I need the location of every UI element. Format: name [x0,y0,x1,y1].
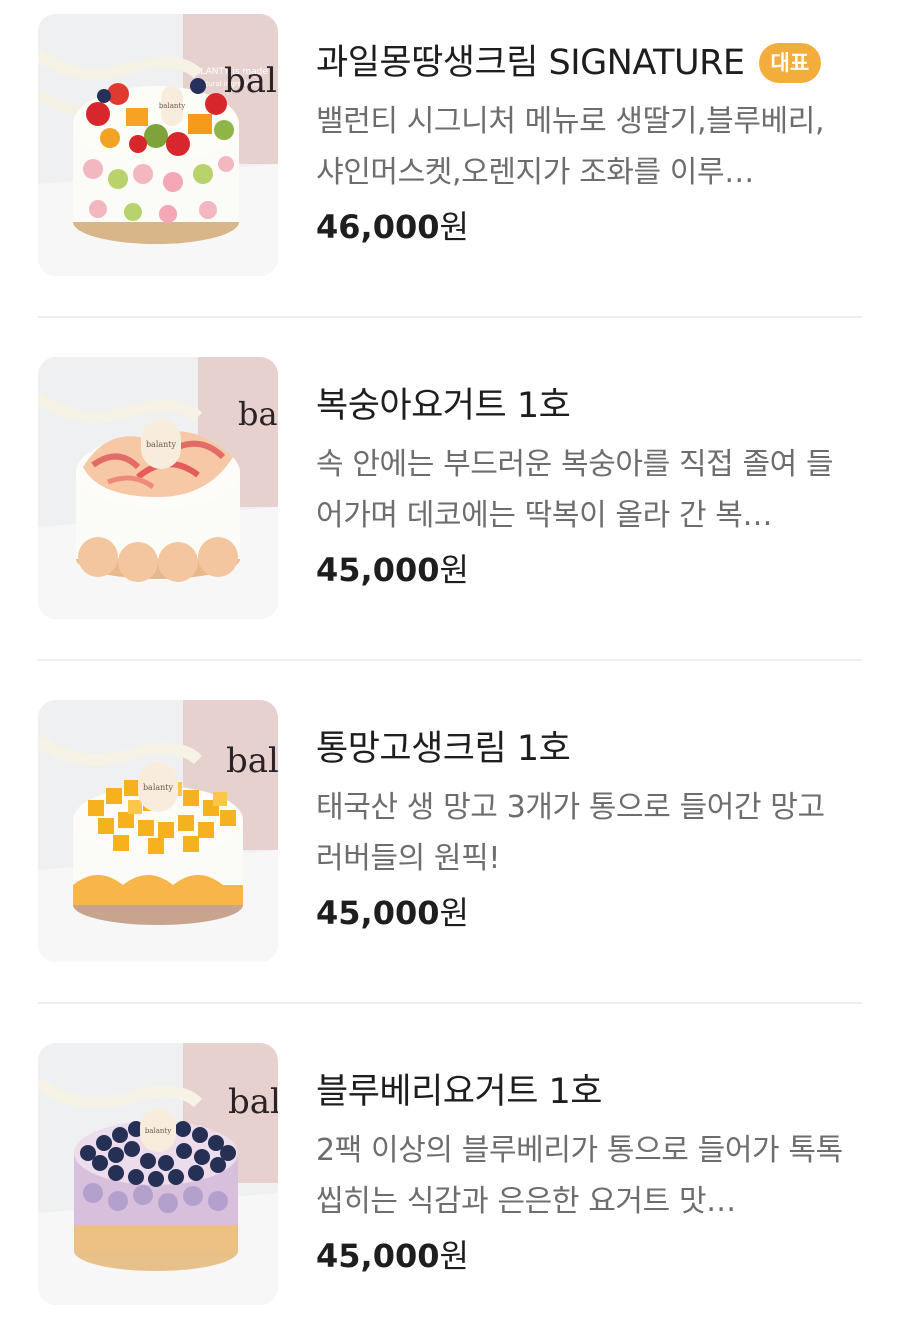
cake-image: bal balanty [38,1043,278,1305]
cake-plaque-text: balanty [159,102,185,110]
cake-image: bal balanty [38,700,278,962]
box-brand-text: bal [224,61,277,101]
menu-item-price: 45,000원 [316,1233,469,1279]
title-row: 복숭아요거트 1호 [316,381,571,431]
signature-badge: 대표 [758,43,822,83]
cake-image: BALANTY is made natural ingredients bal [38,14,278,276]
title-row: 블루베리요거트 1호 [316,1067,603,1117]
box-brand-text: bal [238,395,278,433]
menu-item-fruit-signature[interactable]: BALANTY is made natural ingredients bal [38,14,862,276]
menu-item-blueberry-yogurt[interactable]: bal balanty 블루베리요거트 1호 2팩 이상의 블루베리가 통으로 … [38,1043,862,1305]
menu-item-title: 통망고생크림 1호 [316,729,571,769]
cake-plaque-text: balanty [146,440,177,449]
price-value: 45,000 [316,1237,440,1275]
title-row: 과일몽땅생크림 SIGNATURE 대표 [316,38,822,88]
menu-item-price: 45,000원 [316,547,469,593]
menu-item-title: 과일몽땅생크림 SIGNATURE [316,43,745,83]
price-value: 45,000 [316,551,440,589]
menu-item-price: 46,000원 [316,204,469,250]
menu-item-description: 밸런티 시그니처 메뉴로 생딸기,블루베리,샤인머스켓,오렌지가 조화를 이루… [316,104,825,190]
price-unit: 원 [439,894,469,932]
menu-list: BALANTY is made natural ingredients bal [0,0,900,1340]
menu-item-peach-yogurt[interactable]: bal balanty 복숭아요거트 1호 [38,357,862,619]
menu-item-description: 2팩 이상의 블루베리가 통으로 들어가 톡톡 씹히는 식감과 은은한 요거트 … [316,1133,843,1219]
price-unit: 원 [439,1237,469,1275]
menu-item-description: 태국산 생 망고 3개가 통으로 들어간 망고 러버들의 원픽! [316,790,825,876]
divider [38,659,862,661]
box-brand-text: bal [226,741,278,781]
menu-item-mango-cream[interactable]: bal balanty 통망고생크림 1호 태국산 생 망고 3개가 통으로 들… [38,700,862,962]
cake-plaque-text: balanty [145,1127,171,1135]
cake-plaque-text: balanty [143,783,174,792]
price-value: 46,000 [316,208,440,246]
divider [38,1002,862,1004]
divider [38,316,862,318]
title-row: 통망고생크림 1호 [316,724,571,774]
price-unit: 원 [439,551,469,589]
box-brand-text: bal [228,1082,278,1122]
menu-item-price: 45,000원 [316,890,469,936]
price-value: 45,000 [316,894,440,932]
menu-item-title: 복숭아요거트 1호 [316,386,571,426]
menu-item-description: 속 안에는 부드러운 복숭아를 직접 졸여 들어가며 데코에는 딱복이 올라 간… [316,447,834,533]
price-unit: 원 [439,208,469,246]
cake-image: bal balanty [38,357,278,619]
menu-item-title: 블루베리요거트 1호 [316,1072,603,1112]
